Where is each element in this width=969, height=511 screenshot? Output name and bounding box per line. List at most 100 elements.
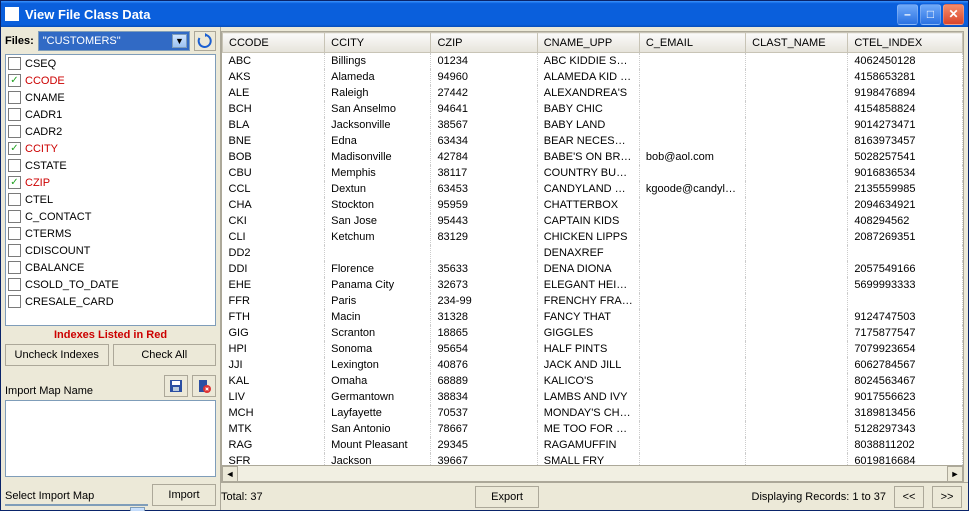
- field-row[interactable]: CDISCOUNT: [6, 242, 215, 259]
- table-cell[interactable]: 95443: [431, 213, 537, 229]
- table-cell[interactable]: [639, 213, 745, 229]
- table-row[interactable]: ABCBillings01234ABC KIDDIE SHOP406245012…: [223, 53, 963, 69]
- table-cell[interactable]: BEAR NECESSIT...: [537, 133, 639, 149]
- table-row[interactable]: BLAJacksonville38567BABY LAND9014273471: [223, 117, 963, 133]
- table-row[interactable]: CLIKetchum83129CHICKEN LIPPS2087269351: [223, 229, 963, 245]
- table-cell[interactable]: 234-99: [431, 293, 537, 309]
- table-cell[interactable]: [746, 309, 848, 325]
- table-cell[interactable]: Madisonville: [325, 149, 431, 165]
- field-row[interactable]: CSOLD_TO_DATE: [6, 276, 215, 293]
- table-cell[interactable]: BLA: [223, 117, 325, 133]
- import-button[interactable]: Import: [152, 484, 216, 506]
- field-row[interactable]: CNAME: [6, 89, 215, 106]
- column-header[interactable]: CZIP: [431, 33, 537, 53]
- table-cell[interactable]: CCL: [223, 181, 325, 197]
- table-cell[interactable]: 83129: [431, 229, 537, 245]
- table-row[interactable]: CBUMemphis38117COUNTRY BUNNY9016836534: [223, 165, 963, 181]
- table-cell[interactable]: 63434: [431, 133, 537, 149]
- table-row[interactable]: BOBMadisonville42784BABE'S ON BRO...bob@…: [223, 149, 963, 165]
- table-cell[interactable]: [746, 341, 848, 357]
- table-cell[interactable]: [746, 69, 848, 85]
- field-checklist[interactable]: CSEQ✓CCODECNAMECADR1CADR2✓CCITYCSTATE✓CZ…: [5, 54, 216, 326]
- table-cell[interactable]: FTH: [223, 309, 325, 325]
- table-cell[interactable]: [639, 325, 745, 341]
- table-cell[interactable]: 31328: [431, 309, 537, 325]
- table-cell[interactable]: [639, 165, 745, 181]
- table-row[interactable]: BCHSan Anselmo94641BABY CHIC4154858824: [223, 101, 963, 117]
- table-cell[interactable]: [746, 133, 848, 149]
- table-cell[interactable]: Raleigh: [325, 85, 431, 101]
- titlebar[interactable]: View File Class Data – □ ✕: [1, 1, 968, 27]
- table-cell[interactable]: [848, 245, 963, 261]
- table-cell[interactable]: GIGGLES: [537, 325, 639, 341]
- table-cell[interactable]: [746, 325, 848, 341]
- table-cell[interactable]: 95654: [431, 341, 537, 357]
- table-cell[interactable]: FANCY THAT: [537, 309, 639, 325]
- table-cell[interactable]: [639, 309, 745, 325]
- field-row[interactable]: CSEQ: [6, 55, 215, 72]
- chevron-down-icon[interactable]: ▼: [172, 34, 187, 48]
- close-button[interactable]: ✕: [943, 4, 964, 25]
- checkbox[interactable]: ✓: [8, 142, 21, 155]
- column-header[interactable]: CNAME_UPP: [537, 33, 639, 53]
- table-cell[interactable]: 5028257541: [848, 149, 963, 165]
- delete-map-button[interactable]: [192, 375, 216, 397]
- checkbox[interactable]: [8, 227, 21, 240]
- field-row[interactable]: CADR2: [6, 123, 215, 140]
- table-cell[interactable]: Panama City: [325, 277, 431, 293]
- table-row[interactable]: KALOmaha68889KALICO'S8024563467: [223, 373, 963, 389]
- table-cell[interactable]: [639, 437, 745, 453]
- table-cell[interactable]: ALAMEDA KID S...: [537, 69, 639, 85]
- table-cell[interactable]: Dextun: [325, 181, 431, 197]
- table-cell[interactable]: FRENCHY FRAN...: [537, 293, 639, 309]
- table-cell[interactable]: 3189813456: [848, 405, 963, 421]
- table-cell[interactable]: BABY LAND: [537, 117, 639, 133]
- table-cell[interactable]: [746, 101, 848, 117]
- table-cell[interactable]: [746, 293, 848, 309]
- table-cell[interactable]: 5128297343: [848, 421, 963, 437]
- table-cell[interactable]: Jacksonville: [325, 117, 431, 133]
- table-cell[interactable]: ALEXANDREA'S: [537, 85, 639, 101]
- table-cell[interactable]: [639, 245, 745, 261]
- table-row[interactable]: CKISan Jose95443CAPTAIN KIDS408294562: [223, 213, 963, 229]
- table-cell[interactable]: Stockton: [325, 197, 431, 213]
- table-cell[interactable]: 408294562: [848, 213, 963, 229]
- import-map-name-input[interactable]: [5, 400, 216, 477]
- table-cell[interactable]: JACK AND JILL: [537, 357, 639, 373]
- table-cell[interactable]: Memphis: [325, 165, 431, 181]
- table-cell[interactable]: MTK: [223, 421, 325, 437]
- table-cell[interactable]: 78667: [431, 421, 537, 437]
- table-cell[interactable]: 4062450128: [848, 53, 963, 69]
- table-cell[interactable]: [746, 117, 848, 133]
- checkbox[interactable]: [8, 295, 21, 308]
- table-cell[interactable]: [746, 277, 848, 293]
- table-cell[interactable]: AKS: [223, 69, 325, 85]
- checkbox[interactable]: [8, 57, 21, 70]
- table-row[interactable]: FTHMacin31328FANCY THAT9124747503: [223, 309, 963, 325]
- table-cell[interactable]: 27442: [431, 85, 537, 101]
- table-cell[interactable]: LAMBS AND IVY: [537, 389, 639, 405]
- chevron-down-icon[interactable]: ▼: [130, 507, 145, 511]
- table-cell[interactable]: ALE: [223, 85, 325, 101]
- field-row[interactable]: ✓CZIP: [6, 174, 215, 191]
- table-cell[interactable]: 2135559985: [848, 181, 963, 197]
- checkbox[interactable]: ✓: [8, 176, 21, 189]
- table-cell[interactable]: 8024563467: [848, 373, 963, 389]
- checkbox[interactable]: [8, 125, 21, 138]
- table-cell[interactable]: BOB: [223, 149, 325, 165]
- table-cell[interactable]: [746, 181, 848, 197]
- table-cell[interactable]: [325, 245, 431, 261]
- table-row[interactable]: EHEPanama City32673ELEGANT HEIRS...56999…: [223, 277, 963, 293]
- table-cell[interactable]: [639, 293, 745, 309]
- table-cell[interactable]: [746, 389, 848, 405]
- table-cell[interactable]: 2094634921: [848, 197, 963, 213]
- table-row[interactable]: LIVGermantown38834LAMBS AND IVY901755662…: [223, 389, 963, 405]
- table-row[interactable]: RAGMount Pleasant29345RAGAMUFFIN80388112…: [223, 437, 963, 453]
- table-cell[interactable]: [639, 389, 745, 405]
- table-cell[interactable]: CAPTAIN KIDS: [537, 213, 639, 229]
- table-row[interactable]: SFRJackson39667SMALL FRY6019816684: [223, 453, 963, 466]
- table-cell[interactable]: CHICKEN LIPPS: [537, 229, 639, 245]
- table-cell[interactable]: Paris: [325, 293, 431, 309]
- field-row[interactable]: CSTATE: [6, 157, 215, 174]
- table-cell[interactable]: [746, 85, 848, 101]
